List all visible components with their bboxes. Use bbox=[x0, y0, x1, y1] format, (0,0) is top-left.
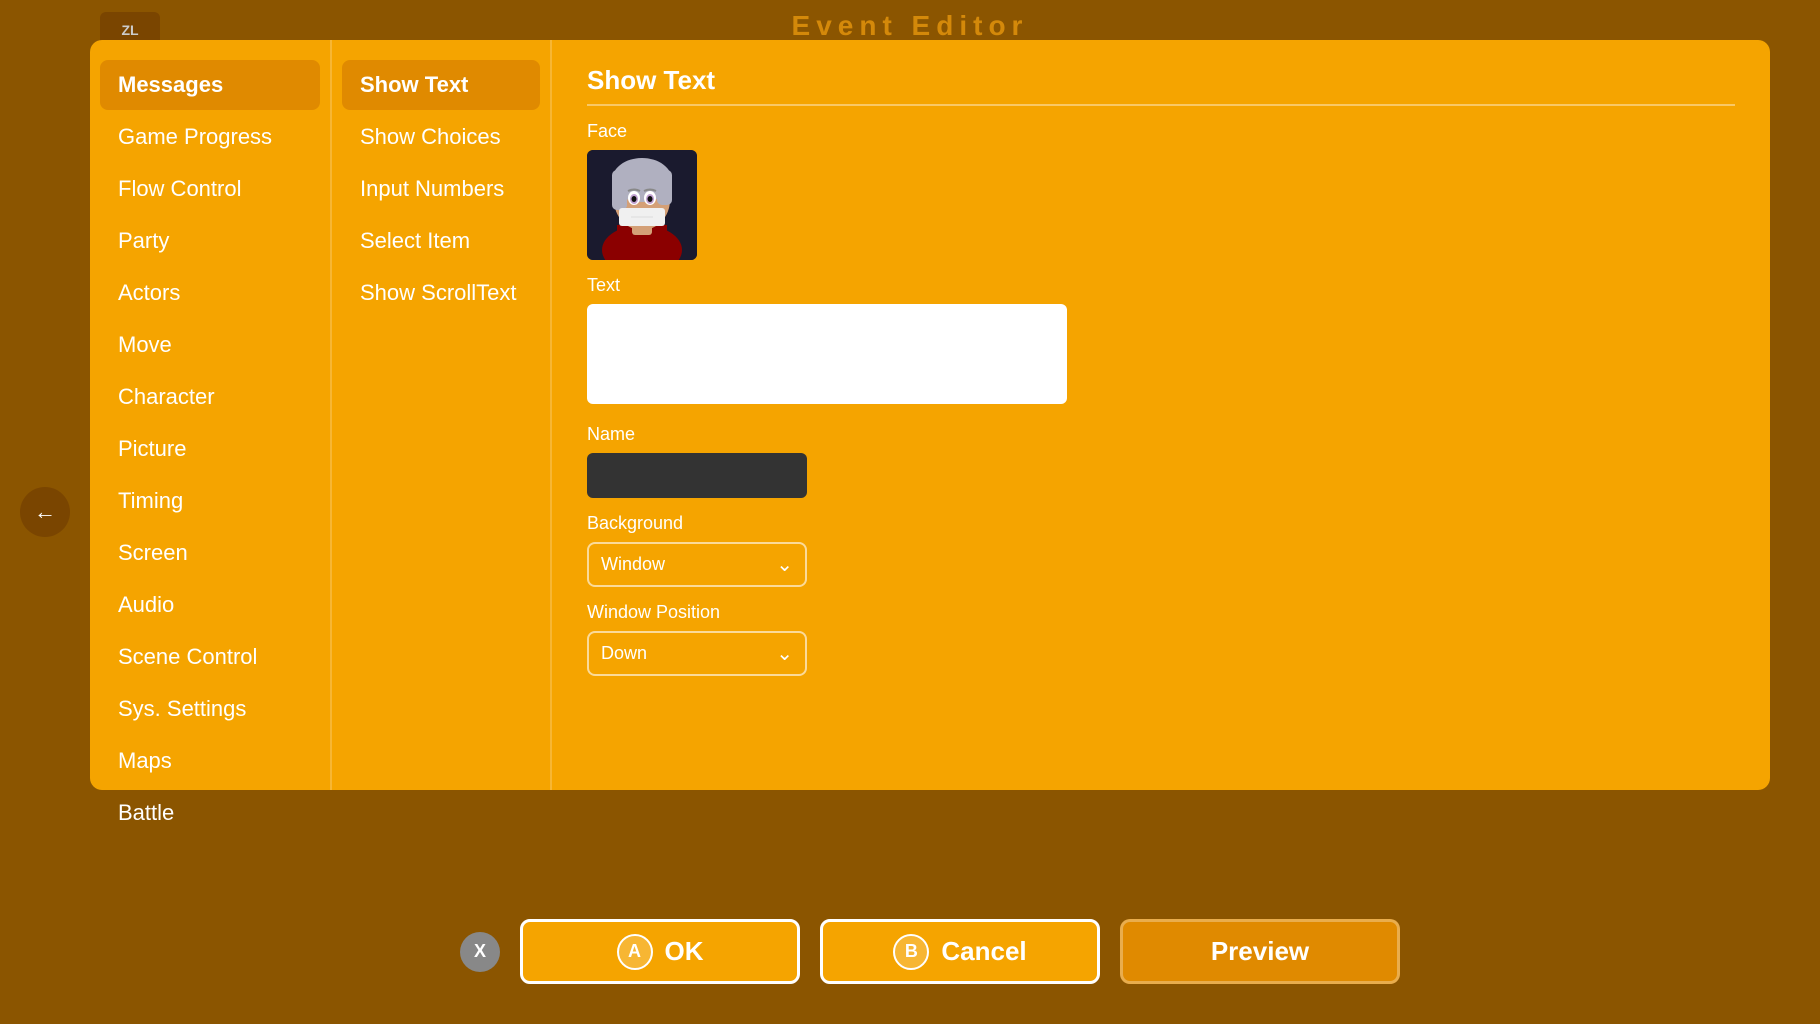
sidebar-item-picture[interactable]: Picture bbox=[100, 424, 320, 474]
preview-label: Preview bbox=[1211, 936, 1309, 967]
title-bar: Event Editor bbox=[0, 10, 1820, 42]
preview-button[interactable]: Preview bbox=[1120, 919, 1400, 984]
sidebar-item-screen[interactable]: Screen bbox=[100, 528, 320, 578]
sidebar-item-maps[interactable]: Maps bbox=[100, 736, 320, 786]
cancel-button[interactable]: B Cancel bbox=[820, 919, 1100, 984]
app-title: Event Editor bbox=[792, 10, 1029, 41]
face-label: Face bbox=[587, 121, 1735, 142]
sidebar-item-character[interactable]: Character bbox=[100, 372, 320, 422]
sidebar-item-sys-settings[interactable]: Sys. Settings bbox=[100, 684, 320, 734]
content-area: Show Text Face bbox=[550, 40, 1770, 790]
sidebar-item-actors[interactable]: Actors bbox=[100, 268, 320, 318]
middle-item-show-scroll-text[interactable]: Show ScrollText bbox=[342, 268, 540, 318]
x-button[interactable]: X bbox=[460, 932, 500, 972]
window-position-value: Down bbox=[601, 643, 647, 664]
cancel-badge: B bbox=[893, 934, 929, 970]
background-value: Window bbox=[601, 554, 665, 575]
main-panel: Messages Game Progress Flow Control Part… bbox=[90, 40, 1770, 790]
text-label: Text bbox=[587, 275, 1735, 296]
ok-button[interactable]: A OK bbox=[520, 919, 800, 984]
middle-item-show-text[interactable]: Show Text bbox=[342, 60, 540, 110]
middle-item-select-item[interactable]: Select Item bbox=[342, 216, 540, 266]
background-dropdown-arrow: ⌄ bbox=[776, 552, 793, 577]
background-label: Background bbox=[587, 513, 1735, 534]
window-position-dropdown-arrow: ⌄ bbox=[776, 641, 793, 666]
sidebar-item-battle[interactable]: Battle bbox=[100, 788, 320, 838]
sidebar: Messages Game Progress Flow Control Part… bbox=[90, 40, 330, 790]
window-position-dropdown[interactable]: Down ⌄ bbox=[587, 631, 807, 676]
sidebar-item-game-progress[interactable]: Game Progress bbox=[100, 112, 320, 162]
sidebar-item-flow-control[interactable]: Flow Control bbox=[100, 164, 320, 214]
ok-label: OK bbox=[665, 936, 704, 967]
sidebar-item-move[interactable]: Move bbox=[100, 320, 320, 370]
content-title: Show Text bbox=[587, 65, 1735, 106]
middle-column: Show Text Show Choices Input Numbers Sel… bbox=[330, 40, 550, 790]
window-position-label: Window Position bbox=[587, 602, 1735, 623]
ok-badge: A bbox=[617, 934, 653, 970]
background-dropdown[interactable]: Window ⌄ bbox=[587, 542, 807, 587]
bottom-bar: X A OK B Cancel Preview bbox=[90, 919, 1770, 984]
middle-item-show-choices[interactable]: Show Choices bbox=[342, 112, 540, 162]
sidebar-item-timing[interactable]: Timing bbox=[100, 476, 320, 526]
cancel-label: Cancel bbox=[941, 936, 1026, 967]
name-label: Name bbox=[587, 424, 1735, 445]
text-input[interactable] bbox=[587, 304, 1067, 404]
name-input[interactable] bbox=[587, 453, 807, 498]
sidebar-item-scene-control[interactable]: Scene Control bbox=[100, 632, 320, 682]
sidebar-item-party[interactable]: Party bbox=[100, 216, 320, 266]
middle-item-input-numbers[interactable]: Input Numbers bbox=[342, 164, 540, 214]
nav-left-button[interactable]: ← bbox=[20, 487, 70, 537]
face-image[interactable] bbox=[587, 150, 697, 260]
sidebar-item-messages[interactable]: Messages bbox=[100, 60, 320, 110]
sidebar-item-audio[interactable]: Audio bbox=[100, 580, 320, 630]
